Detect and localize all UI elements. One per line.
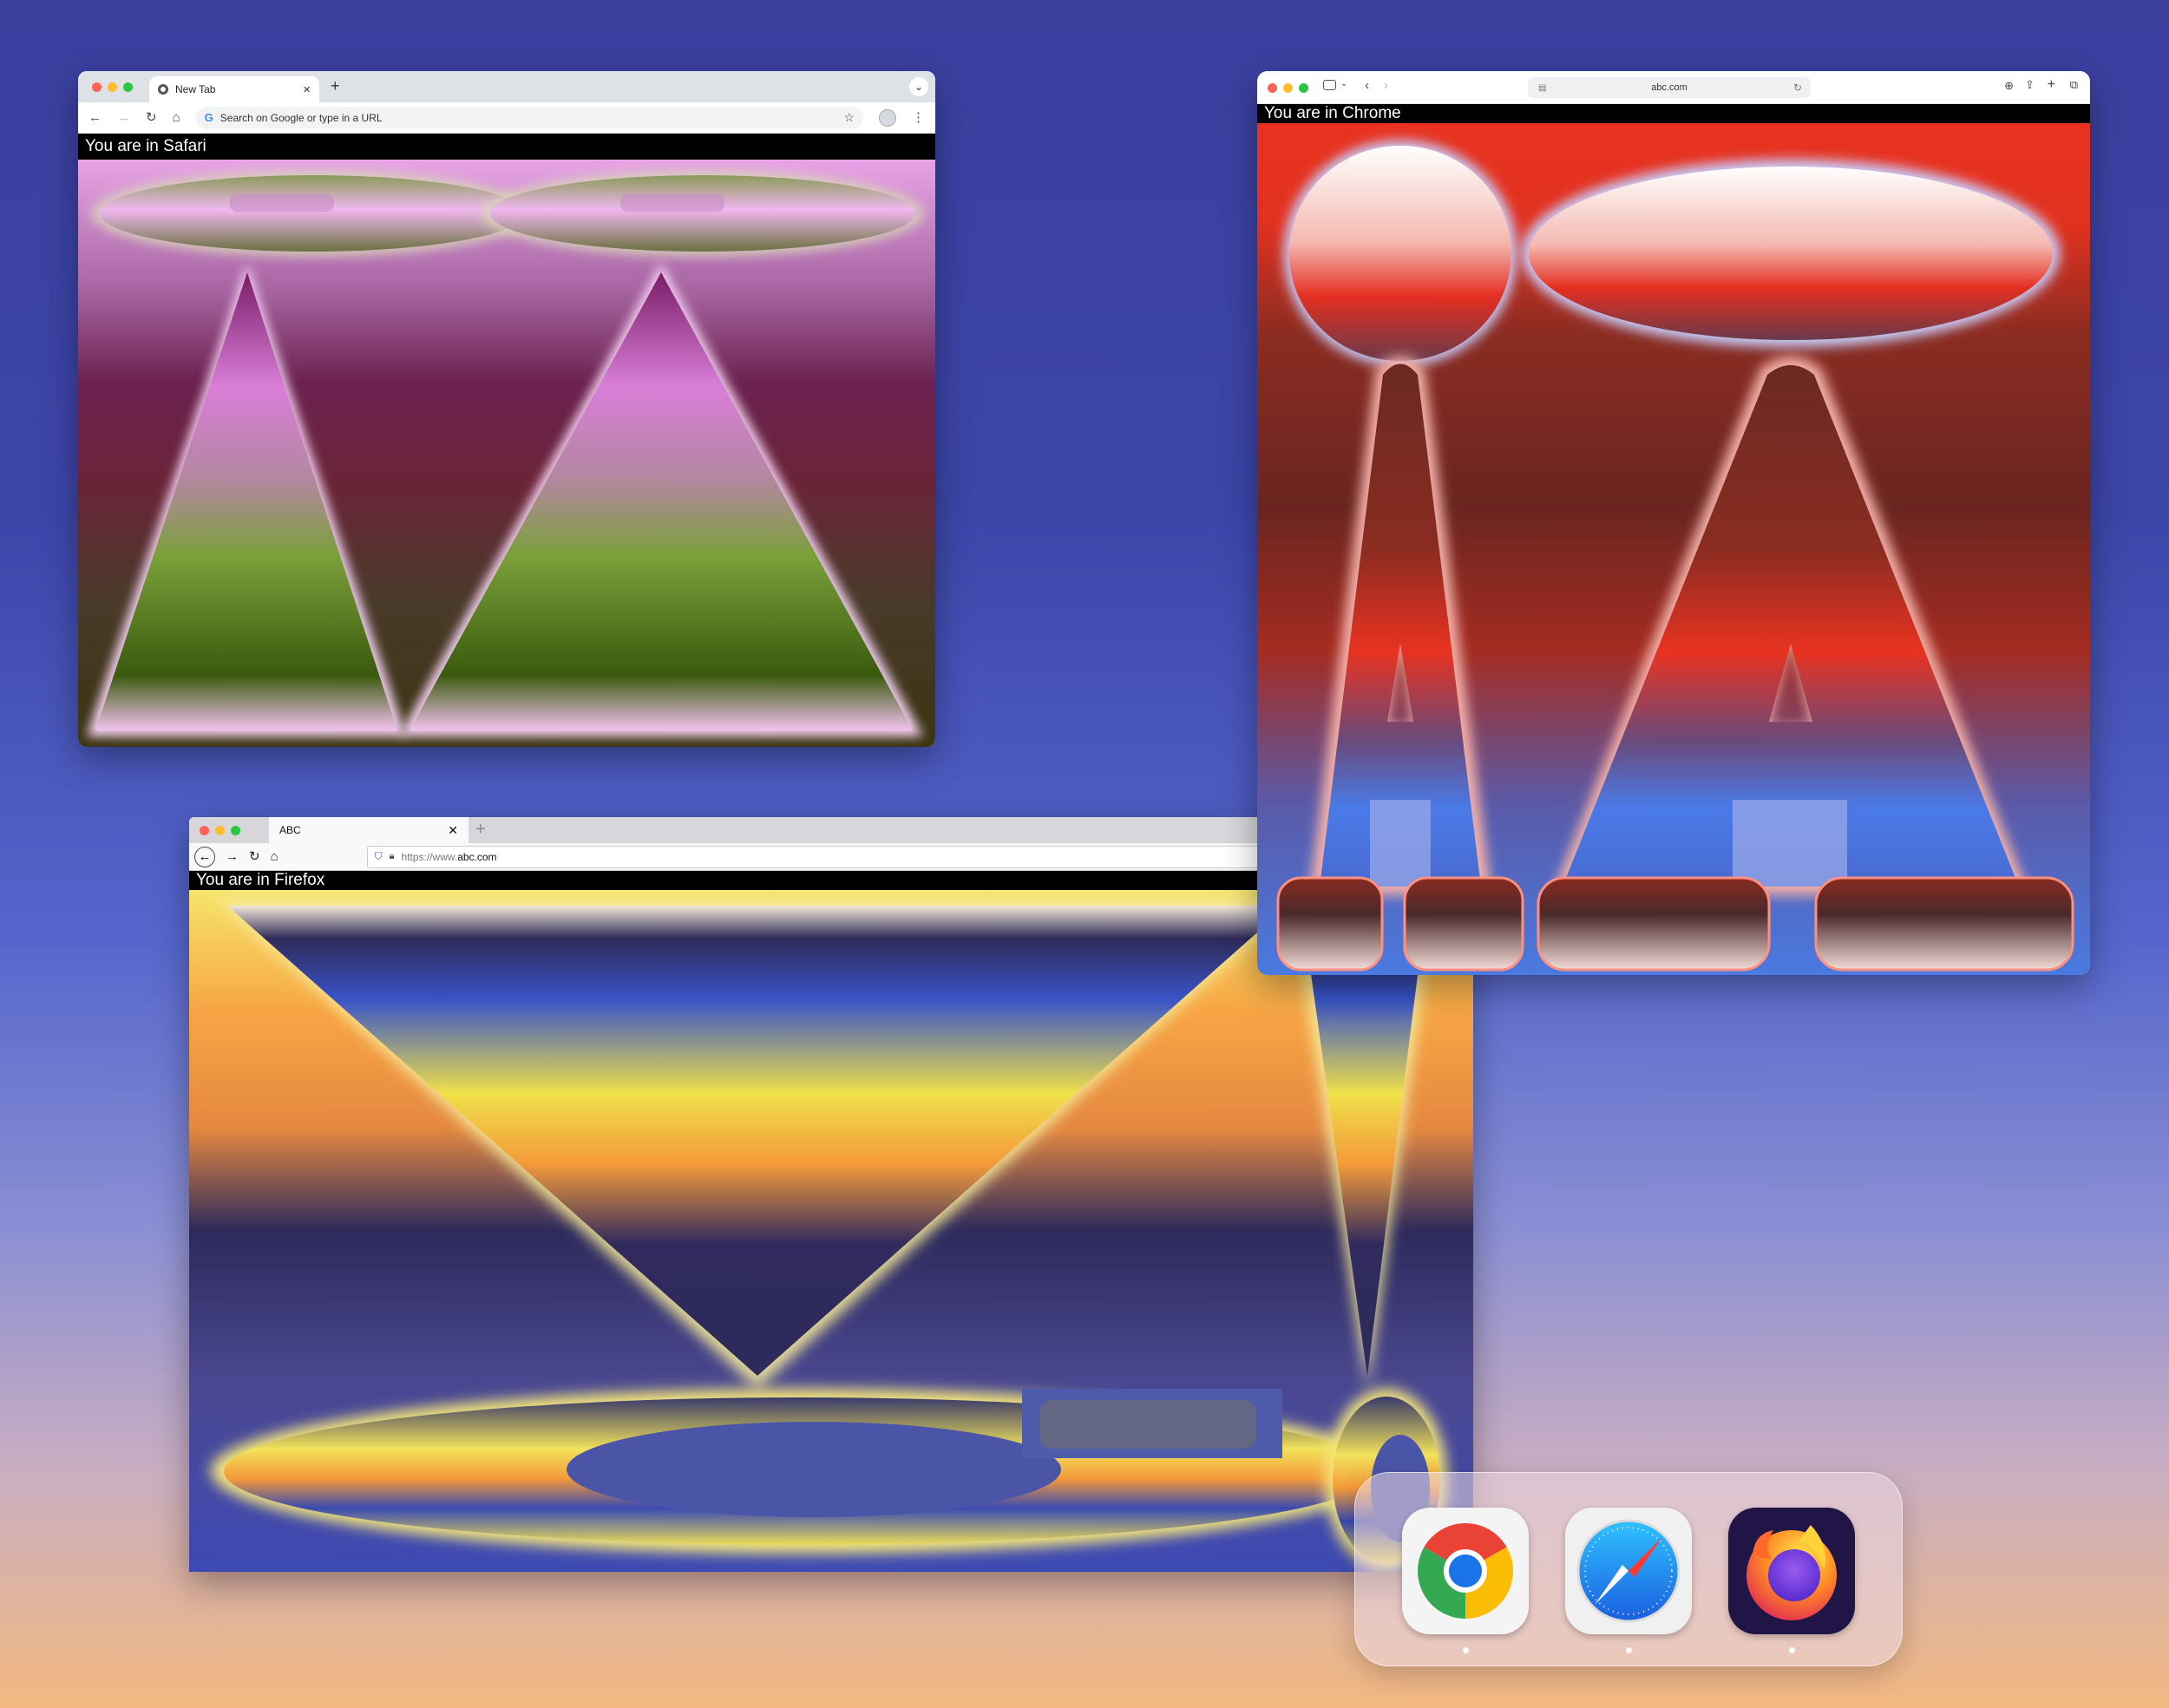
- letter-b-shape-left: [91, 170, 534, 257]
- zoom-window-button[interactable]: [123, 82, 133, 92]
- chrome-toolbar: ← → ↻ ⌂ G Search on Google or type in a …: [78, 102, 935, 134]
- back-arrow-icon[interactable]: ←: [88, 111, 102, 124]
- forward-arrow-icon[interactable]: →: [226, 850, 239, 863]
- dock-item-safari[interactable]: [1565, 1508, 1692, 1634]
- chrome-browser-window: New Tab × + ⌄ ← → ↻ ⌂ G Search on Google…: [78, 71, 935, 747]
- profile-avatar[interactable]: [879, 108, 896, 127]
- sidebar-toggle-icon[interactable]: [1323, 80, 1336, 90]
- tab-new-tab[interactable]: New Tab ×: [149, 76, 319, 102]
- letter-a-head: [1522, 160, 2060, 347]
- reload-icon[interactable]: ↻: [146, 111, 157, 124]
- address-text: abc.com: [1651, 82, 1687, 93]
- close-tab-icon[interactable]: ✕: [448, 823, 458, 838]
- new-tab-plus-icon[interactable]: +: [2048, 78, 2055, 92]
- close-window-button[interactable]: [92, 82, 102, 92]
- window-controls: [1268, 83, 1308, 93]
- window-controls: [92, 82, 133, 92]
- chrome-logo-icon: [158, 84, 168, 95]
- minimize-window-button[interactable]: [1283, 83, 1293, 93]
- address-field[interactable]: ▤ abc.com ↻: [1528, 77, 1811, 98]
- tab-title: ABC: [279, 824, 301, 836]
- zoom-window-button[interactable]: [1299, 83, 1308, 93]
- share-icon[interactable]: ⇪: [2025, 79, 2035, 90]
- tab-search-chevron-icon[interactable]: ⌄: [909, 77, 928, 96]
- tracking-shield-icon[interactable]: ⛉: [375, 850, 383, 863]
- typographic-artwork-vc: [189, 890, 1473, 1572]
- tab-abc[interactable]: ABC ✕: [269, 817, 469, 843]
- letter-c-shape-wide: [211, 1389, 1391, 1554]
- safari-browser-window: ⌄ ‹ › ▤ abc.com ↻ ⊕ ⇪ + ⧉ You are in Chr…: [1257, 71, 2090, 975]
- minimize-window-button[interactable]: [108, 82, 117, 92]
- back-chevron-icon[interactable]: ‹: [1365, 79, 1369, 92]
- forward-chevron-icon[interactable]: ›: [1384, 79, 1388, 92]
- reload-icon[interactable]: ↻: [1793, 82, 1802, 94]
- letter-i-dot: [1284, 141, 1517, 366]
- omnibox-placeholder: Search on Google or type in a URL: [220, 111, 383, 124]
- window-controls: [200, 826, 240, 835]
- new-tab-button[interactable]: +: [331, 77, 340, 95]
- typographic-artwork-bbvv: [78, 160, 935, 747]
- dock-item-firefox[interactable]: [1728, 1508, 1855, 1634]
- more-menu-icon[interactable]: ⋮: [912, 111, 925, 124]
- letter-b-shape-right: [482, 170, 924, 257]
- url-domain: abc.com: [457, 850, 497, 863]
- zoom-window-button[interactable]: [231, 826, 240, 835]
- downloads-icon[interactable]: ⊕: [2004, 80, 2014, 91]
- running-indicator-firefox: [1789, 1647, 1795, 1653]
- omnibox[interactable]: G Search on Google or type in a URL ☆: [195, 106, 863, 129]
- google-g-icon: G: [204, 111, 213, 124]
- running-indicator-chrome: [1463, 1647, 1469, 1653]
- tab-title: New Tab: [175, 83, 216, 95]
- url-prefix: https://www.: [401, 850, 458, 863]
- close-window-button[interactable]: [1268, 83, 1277, 93]
- minimize-window-button[interactable]: [215, 826, 225, 835]
- chrome-icon: [1418, 1523, 1513, 1619]
- location-banner: You are in Chrome: [1257, 104, 2090, 123]
- forward-arrow-icon[interactable]: →: [117, 111, 130, 124]
- home-icon[interactable]: ⌂: [271, 850, 278, 863]
- page-menu-icon[interactable]: ▤: [1538, 83, 1546, 93]
- lock-icon: 🔒︎: [389, 851, 395, 861]
- tab-overview-icon[interactable]: ⧉: [2070, 79, 2078, 90]
- reload-icon[interactable]: ↻: [249, 850, 260, 863]
- dock-item-chrome[interactable]: [1402, 1508, 1529, 1634]
- location-banner: You are in Safari: [78, 134, 935, 160]
- new-tab-button[interactable]: +: [475, 820, 486, 840]
- running-indicator-safari: [1626, 1647, 1632, 1653]
- safari-toolbar: ⌄ ‹ › ▤ abc.com ↻ ⊕ ⇪ + ⧉: [1257, 71, 2090, 104]
- back-arrow-icon[interactable]: ←: [194, 846, 215, 867]
- dock: [1354, 1472, 1903, 1666]
- close-window-button[interactable]: [200, 826, 209, 835]
- home-icon[interactable]: ⌂: [173, 111, 180, 124]
- sidebar-chevron-icon[interactable]: ⌄: [1340, 80, 1347, 88]
- firefox-icon: [1746, 1525, 1837, 1620]
- bookmark-star-icon[interactable]: ☆: [843, 110, 855, 125]
- chrome-tab-strip: New Tab × + ⌄: [78, 71, 935, 102]
- typographic-artwork-ia: [1257, 123, 2090, 975]
- close-tab-icon[interactable]: ×: [303, 82, 311, 97]
- safari-compass-icon: [1576, 1519, 1681, 1623]
